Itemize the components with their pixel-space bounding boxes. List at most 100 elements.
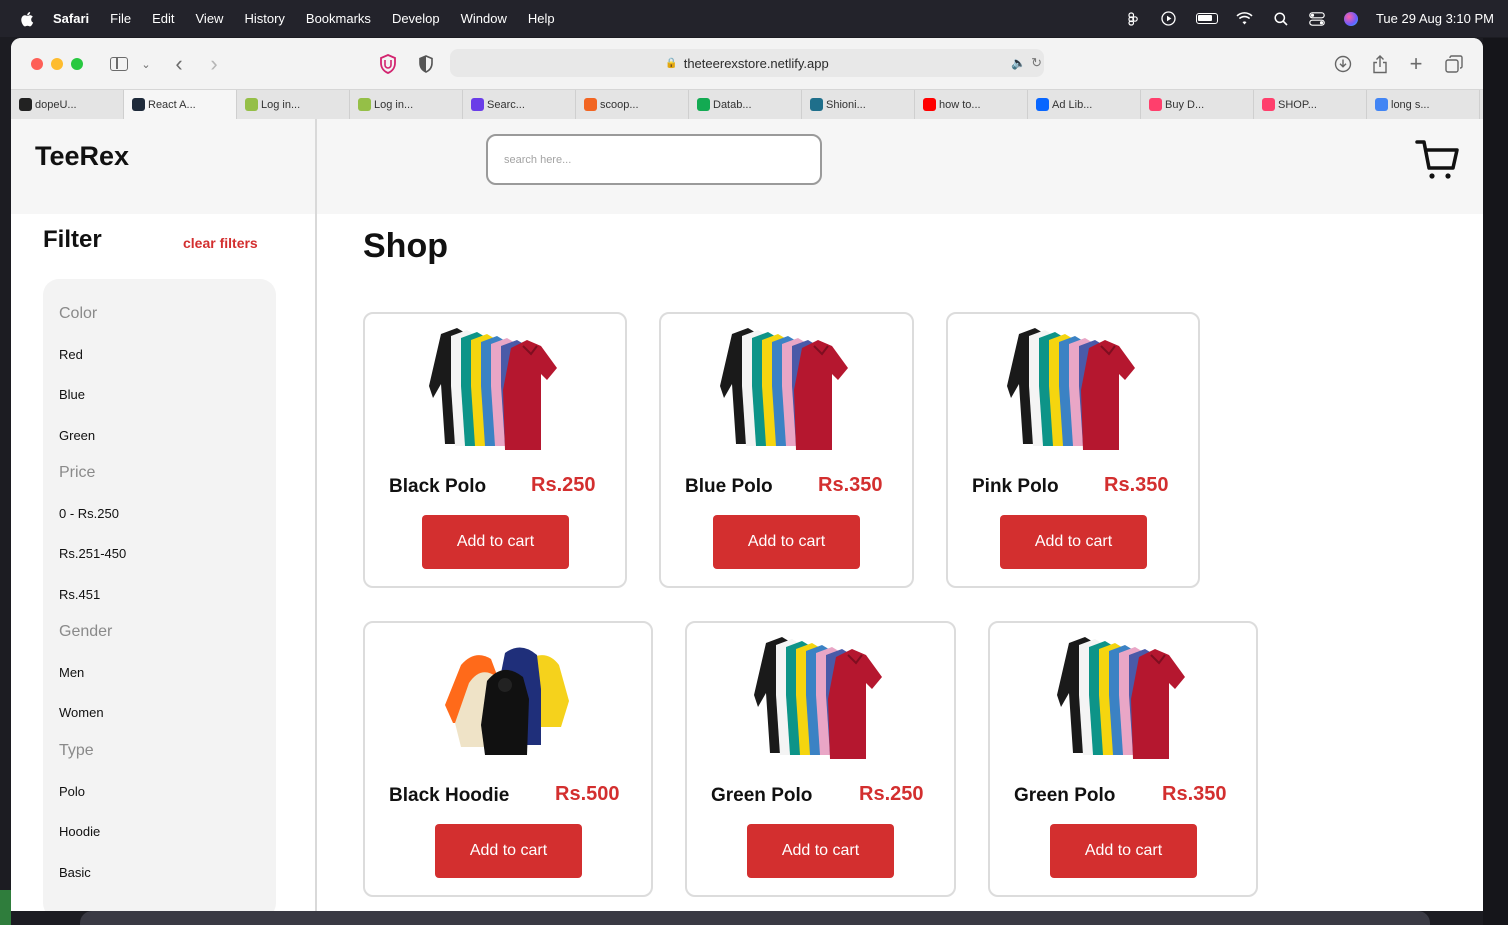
play-circle-icon[interactable] bbox=[1160, 11, 1178, 26]
reload-icon[interactable]: ↻ bbox=[1031, 55, 1042, 71]
close-window-button[interactable] bbox=[31, 58, 43, 70]
product-card: Black Polo Rs.250 Add to cart bbox=[363, 312, 627, 588]
chevron-down-icon[interactable]: ⌄ bbox=[135, 53, 157, 75]
control-center-icon[interactable] bbox=[1308, 11, 1326, 26]
sidebar-divider bbox=[315, 119, 317, 911]
menubar-datetime[interactable]: Tue 29 Aug 3:10 PM bbox=[1376, 11, 1494, 26]
product-name: Green Polo bbox=[711, 785, 813, 806]
filter-group-price: Price bbox=[59, 464, 96, 481]
filter-option-price-mid[interactable]: Rs.251-450 bbox=[59, 546, 126, 561]
filter-option-men[interactable]: Men bbox=[59, 665, 84, 680]
tab-favicon-icon bbox=[584, 98, 597, 111]
filter-option-hoodie[interactable]: Hoodie bbox=[59, 824, 100, 839]
browser-tab[interactable]: dopeU... bbox=[11, 90, 124, 120]
filter-title: Filter bbox=[43, 226, 102, 253]
shop-title: Shop bbox=[363, 227, 448, 265]
browser-tab[interactable]: Log in... bbox=[350, 90, 463, 120]
browser-tab[interactable]: Shioni... bbox=[802, 90, 915, 120]
siri-icon[interactable] bbox=[1343, 11, 1358, 26]
apple-icon[interactable] bbox=[20, 11, 34, 27]
minimize-window-button[interactable] bbox=[51, 58, 63, 70]
zoom-window-button[interactable] bbox=[71, 58, 83, 70]
add-to-cart-button[interactable]: Add to cart bbox=[1050, 824, 1197, 878]
brand-logo-text[interactable]: TeeRex bbox=[35, 141, 129, 172]
filter-option-blue[interactable]: Blue bbox=[59, 387, 85, 402]
add-to-cart-button[interactable]: Add to cart bbox=[422, 515, 569, 569]
browser-tab[interactable]: Datab... bbox=[689, 90, 802, 120]
browser-tab[interactable]: Searc... bbox=[463, 90, 576, 120]
product-image-polo[interactable] bbox=[754, 631, 888, 765]
product-image-polo[interactable] bbox=[720, 322, 854, 456]
filter-panel: Color Red Blue Green Price 0 - Rs.250 Rs… bbox=[43, 279, 276, 911]
privacy-shield-icon[interactable] bbox=[377, 53, 399, 75]
product-image-polo[interactable] bbox=[1007, 322, 1141, 456]
product-price: Rs.250 bbox=[859, 783, 924, 805]
battery-icon[interactable] bbox=[1195, 13, 1218, 24]
menu-app-name[interactable]: Safari bbox=[53, 11, 89, 26]
cart-icon[interactable] bbox=[1415, 137, 1459, 183]
filter-sidebar: Filter clear filters Color Red Blue Gree… bbox=[11, 214, 315, 911]
clear-filters-link[interactable]: clear filters bbox=[183, 235, 258, 251]
filter-option-price-high[interactable]: Rs.451 bbox=[59, 587, 100, 602]
product-image-hoodie[interactable] bbox=[443, 643, 573, 758]
downloads-icon[interactable] bbox=[1332, 53, 1354, 75]
browser-tab[interactable]: React A... bbox=[124, 90, 237, 120]
product-card: Green Polo Rs.350 Add to cart bbox=[988, 621, 1258, 897]
tab-label: Ad Lib... bbox=[1052, 99, 1093, 111]
back-arrow-icon[interactable]: ‹ bbox=[168, 51, 190, 76]
content-blocker-icon[interactable] bbox=[415, 53, 437, 75]
sidebar-toggle-icon[interactable] bbox=[108, 53, 130, 75]
product-image-polo[interactable] bbox=[1057, 631, 1191, 765]
safari-window: ⌄ ‹ › 🔒 theteerexstore.netlify.app 🔈 ↻ +… bbox=[11, 38, 1483, 911]
filter-option-polo[interactable]: Polo bbox=[59, 784, 85, 799]
add-to-cart-button[interactable]: Add to cart bbox=[747, 824, 894, 878]
browser-tab[interactable]: Buy D... bbox=[1141, 90, 1254, 120]
menu-develop[interactable]: Develop bbox=[392, 11, 440, 26]
address-bar[interactable]: 🔒 theteerexstore.netlify.app 🔈 ↻ bbox=[450, 49, 1044, 77]
filter-option-women[interactable]: Women bbox=[59, 705, 104, 720]
browser-tab[interactable]: SHOP... bbox=[1254, 90, 1367, 120]
filter-option-basic[interactable]: Basic bbox=[59, 865, 91, 880]
product-name: Black Polo bbox=[389, 476, 487, 497]
spotlight-search-icon[interactable] bbox=[1272, 11, 1290, 26]
browser-tab[interactable]: Log in... bbox=[237, 90, 350, 120]
product-card: Black Hoodie Rs.500 Add to cart bbox=[363, 621, 653, 897]
product-image-polo[interactable] bbox=[429, 322, 563, 456]
add-to-cart-button[interactable]: Add to cart bbox=[435, 824, 582, 878]
desktop-edge bbox=[0, 890, 11, 925]
wifi-icon[interactable] bbox=[1236, 12, 1254, 26]
product-name: Black Hoodie bbox=[389, 785, 510, 806]
menu-file[interactable]: File bbox=[110, 11, 131, 26]
search-input[interactable] bbox=[486, 134, 822, 185]
browser-tab[interactable]: Ad Lib... bbox=[1028, 90, 1141, 120]
tab-favicon-icon bbox=[923, 98, 936, 111]
filter-group-gender: Gender bbox=[59, 623, 113, 640]
filter-option-red[interactable]: Red bbox=[59, 347, 83, 362]
menu-window[interactable]: Window bbox=[461, 11, 507, 26]
share-icon[interactable] bbox=[1369, 53, 1391, 75]
menu-history[interactable]: History bbox=[244, 11, 284, 26]
figma-icon[interactable] bbox=[1124, 11, 1142, 26]
add-to-cart-button[interactable]: Add to cart bbox=[1000, 515, 1147, 569]
browser-tab[interactable]: how to... bbox=[915, 90, 1028, 120]
browser-tab[interactable]: long s... bbox=[1367, 90, 1480, 120]
tab-label: Log in... bbox=[374, 99, 414, 111]
tab-label: Datab... bbox=[713, 99, 752, 111]
menu-bookmarks[interactable]: Bookmarks bbox=[306, 11, 371, 26]
forward-arrow-icon[interactable]: › bbox=[203, 51, 225, 76]
filter-option-price-low[interactable]: 0 - Rs.250 bbox=[59, 506, 119, 521]
tab-favicon-icon bbox=[1262, 98, 1275, 111]
new-tab-icon[interactable]: + bbox=[1405, 51, 1427, 76]
filter-group-color: Color bbox=[59, 305, 98, 322]
speaker-icon[interactable]: 🔈 bbox=[1011, 56, 1026, 70]
menu-edit[interactable]: Edit bbox=[152, 11, 174, 26]
browser-tab[interactable]: scoop... bbox=[576, 90, 689, 120]
browser-tab-bar: dopeU... React A... Log in... Log in... Sear… bbox=[11, 89, 1483, 120]
tab-label: React A... bbox=[148, 99, 196, 111]
lock-icon: 🔒 bbox=[665, 57, 678, 69]
menu-view[interactable]: View bbox=[196, 11, 224, 26]
tab-overview-icon[interactable] bbox=[1443, 53, 1465, 75]
add-to-cart-button[interactable]: Add to cart bbox=[713, 515, 860, 569]
menu-help[interactable]: Help bbox=[528, 11, 555, 26]
filter-option-green[interactable]: Green bbox=[59, 428, 95, 443]
